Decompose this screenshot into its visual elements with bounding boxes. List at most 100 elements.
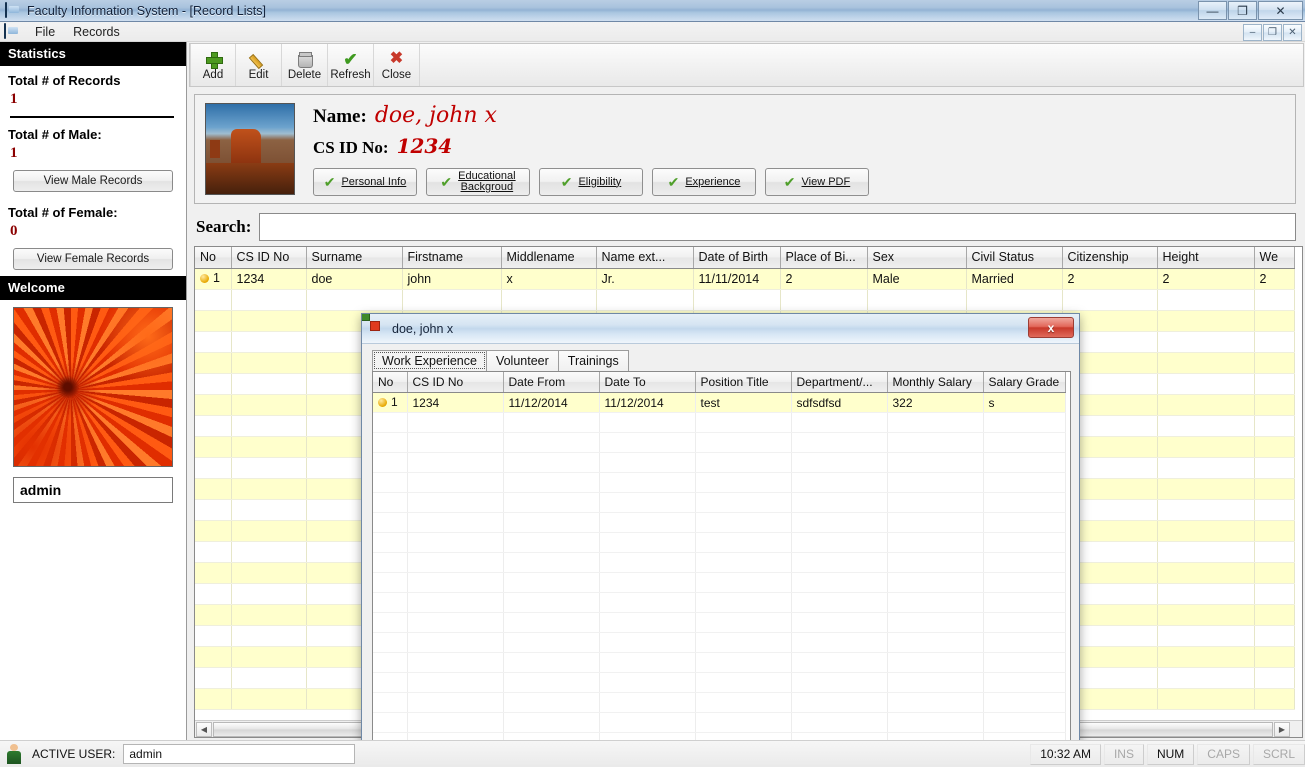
table-row[interactable]: [373, 412, 1066, 433]
column-header[interactable]: No: [373, 372, 408, 393]
scroll-left-arrow-icon[interactable]: ◀: [196, 721, 212, 737]
experience-button[interactable]: ✔ Experience: [652, 168, 756, 196]
statistics-header: Statistics: [0, 42, 186, 66]
table-cell: [231, 625, 307, 647]
table-cell: [407, 412, 504, 433]
minimize-button[interactable]: —: [1198, 1, 1227, 20]
application-window: Faculty Information System - [Record Lis…: [0, 0, 1305, 767]
view-male-records-button[interactable]: View Male Records: [13, 170, 173, 192]
mdi-restore-button[interactable]: ❐: [1263, 24, 1282, 41]
table-row[interactable]: [373, 452, 1066, 473]
table-cell: [599, 532, 696, 553]
table-row[interactable]: [373, 592, 1066, 613]
column-header[interactable]: Department/...: [791, 372, 888, 393]
personal-info-button[interactable]: ✔ Personal Info: [313, 168, 417, 196]
column-header[interactable]: CS ID No: [231, 247, 307, 269]
table-row[interactable]: [373, 532, 1066, 553]
scroll-right-arrow-icon[interactable]: ▶: [1274, 721, 1290, 737]
desert-butte-photo: [205, 103, 295, 195]
dialog-tabstrip: Work Experience Volunteer Trainings: [372, 350, 1079, 371]
dialog-close-button[interactable]: x: [1028, 317, 1074, 338]
table-row[interactable]: [373, 632, 1066, 653]
column-header[interactable]: We: [1254, 247, 1295, 269]
table-row[interactable]: 1 1234 doe john x Jr. 11/11/2014 2 Male Married 2 2…: [195, 268, 1295, 290]
cs-id-value: 1234: [396, 134, 453, 158]
table-cell: [887, 412, 984, 433]
column-header[interactable]: Surname: [306, 247, 403, 269]
table-row[interactable]: [373, 652, 1066, 673]
table-cell: [195, 331, 232, 353]
table-row[interactable]: 1 1234 11/12/2014 11/12/2014 test sdfsdfsd 322…: [373, 392, 1066, 413]
delete-button[interactable]: Delete: [282, 44, 328, 86]
status-bar: ACTIVE USER: admin 10:32 AM INS NUM CAPS…: [0, 740, 1305, 767]
x-mark-icon: ✖: [389, 50, 404, 67]
table-row[interactable]: [373, 612, 1066, 633]
column-header[interactable]: Position Title: [695, 372, 792, 393]
column-header[interactable]: CS ID No: [407, 372, 504, 393]
table-cell: [983, 572, 1066, 593]
table-row[interactable]: [373, 692, 1066, 713]
column-header[interactable]: Firstname: [402, 247, 502, 269]
view-pdf-button[interactable]: ✔ View PDF: [765, 168, 869, 196]
table-cell: [503, 492, 600, 513]
table-row[interactable]: [373, 492, 1066, 513]
table-cell: test: [695, 392, 792, 413]
column-header[interactable]: Date of Birth: [693, 247, 781, 269]
column-header[interactable]: Date To: [599, 372, 696, 393]
tab-work-experience[interactable]: Work Experience: [372, 350, 487, 371]
column-header[interactable]: Place of Bi...: [780, 247, 868, 269]
refresh-button[interactable]: ✔ Refresh: [328, 44, 374, 86]
table-cell: [1157, 541, 1255, 563]
table-row[interactable]: [195, 289, 1295, 311]
table-row[interactable]: [373, 572, 1066, 593]
username-display: admin: [13, 477, 173, 503]
menu-item-records[interactable]: Records: [64, 23, 129, 41]
view-female-records-button[interactable]: View Female Records: [13, 248, 173, 270]
table-row[interactable]: [373, 552, 1066, 573]
column-header[interactable]: Height: [1157, 247, 1255, 269]
table-cell: [231, 478, 307, 500]
table-row[interactable]: [373, 712, 1066, 733]
column-header[interactable]: Date From: [503, 372, 600, 393]
table-row[interactable]: [373, 472, 1066, 493]
column-header[interactable]: No: [195, 247, 232, 269]
mdi-minimize-button[interactable]: –: [1243, 24, 1262, 41]
table-row[interactable]: [373, 432, 1066, 453]
tab-trainings[interactable]: Trainings: [557, 350, 629, 371]
status-caps: CAPS: [1197, 743, 1250, 765]
column-header[interactable]: Civil Status: [966, 247, 1063, 269]
close-record-button[interactable]: ✖ Close: [374, 44, 420, 86]
table-cell: [1254, 394, 1295, 416]
educational-background-button[interactable]: ✔ Educational Backgroud: [426, 168, 530, 196]
column-header[interactable]: Monthly Salary: [887, 372, 984, 393]
close-button[interactable]: ✕: [1258, 1, 1303, 20]
column-header[interactable]: Name ext...: [596, 247, 694, 269]
table-cell: [373, 492, 408, 513]
eligibility-button[interactable]: ✔ Eligibility: [539, 168, 643, 196]
table-cell: Jr.: [596, 268, 694, 290]
column-header[interactable]: Middlename: [501, 247, 597, 269]
table-row[interactable]: [373, 672, 1066, 693]
table-row[interactable]: [373, 512, 1066, 533]
table-cell: [195, 478, 232, 500]
mdi-close-button[interactable]: ✕: [1283, 24, 1302, 41]
table-cell: [599, 512, 696, 533]
active-user-value: admin: [123, 744, 356, 764]
table-cell: [195, 667, 232, 689]
table-cell: [791, 672, 888, 693]
column-header[interactable]: Citizenship: [1062, 247, 1158, 269]
table-cell: [791, 592, 888, 613]
column-header[interactable]: Salary Grade: [983, 372, 1066, 393]
table-cell: [195, 394, 232, 416]
check-icon: ✔: [440, 174, 453, 190]
add-button[interactable]: Add: [190, 44, 236, 86]
menu-item-file[interactable]: File: [26, 23, 64, 41]
table-cell: [887, 472, 984, 493]
search-input[interactable]: [259, 213, 1296, 241]
restore-button[interactable]: ❐: [1228, 1, 1257, 20]
column-header[interactable]: Sex: [867, 247, 967, 269]
edit-button[interactable]: Edit: [236, 44, 282, 86]
tab-volunteer[interactable]: Volunteer: [485, 350, 559, 371]
table-cell: [983, 612, 1066, 633]
welcome-header: Welcome: [0, 276, 186, 300]
